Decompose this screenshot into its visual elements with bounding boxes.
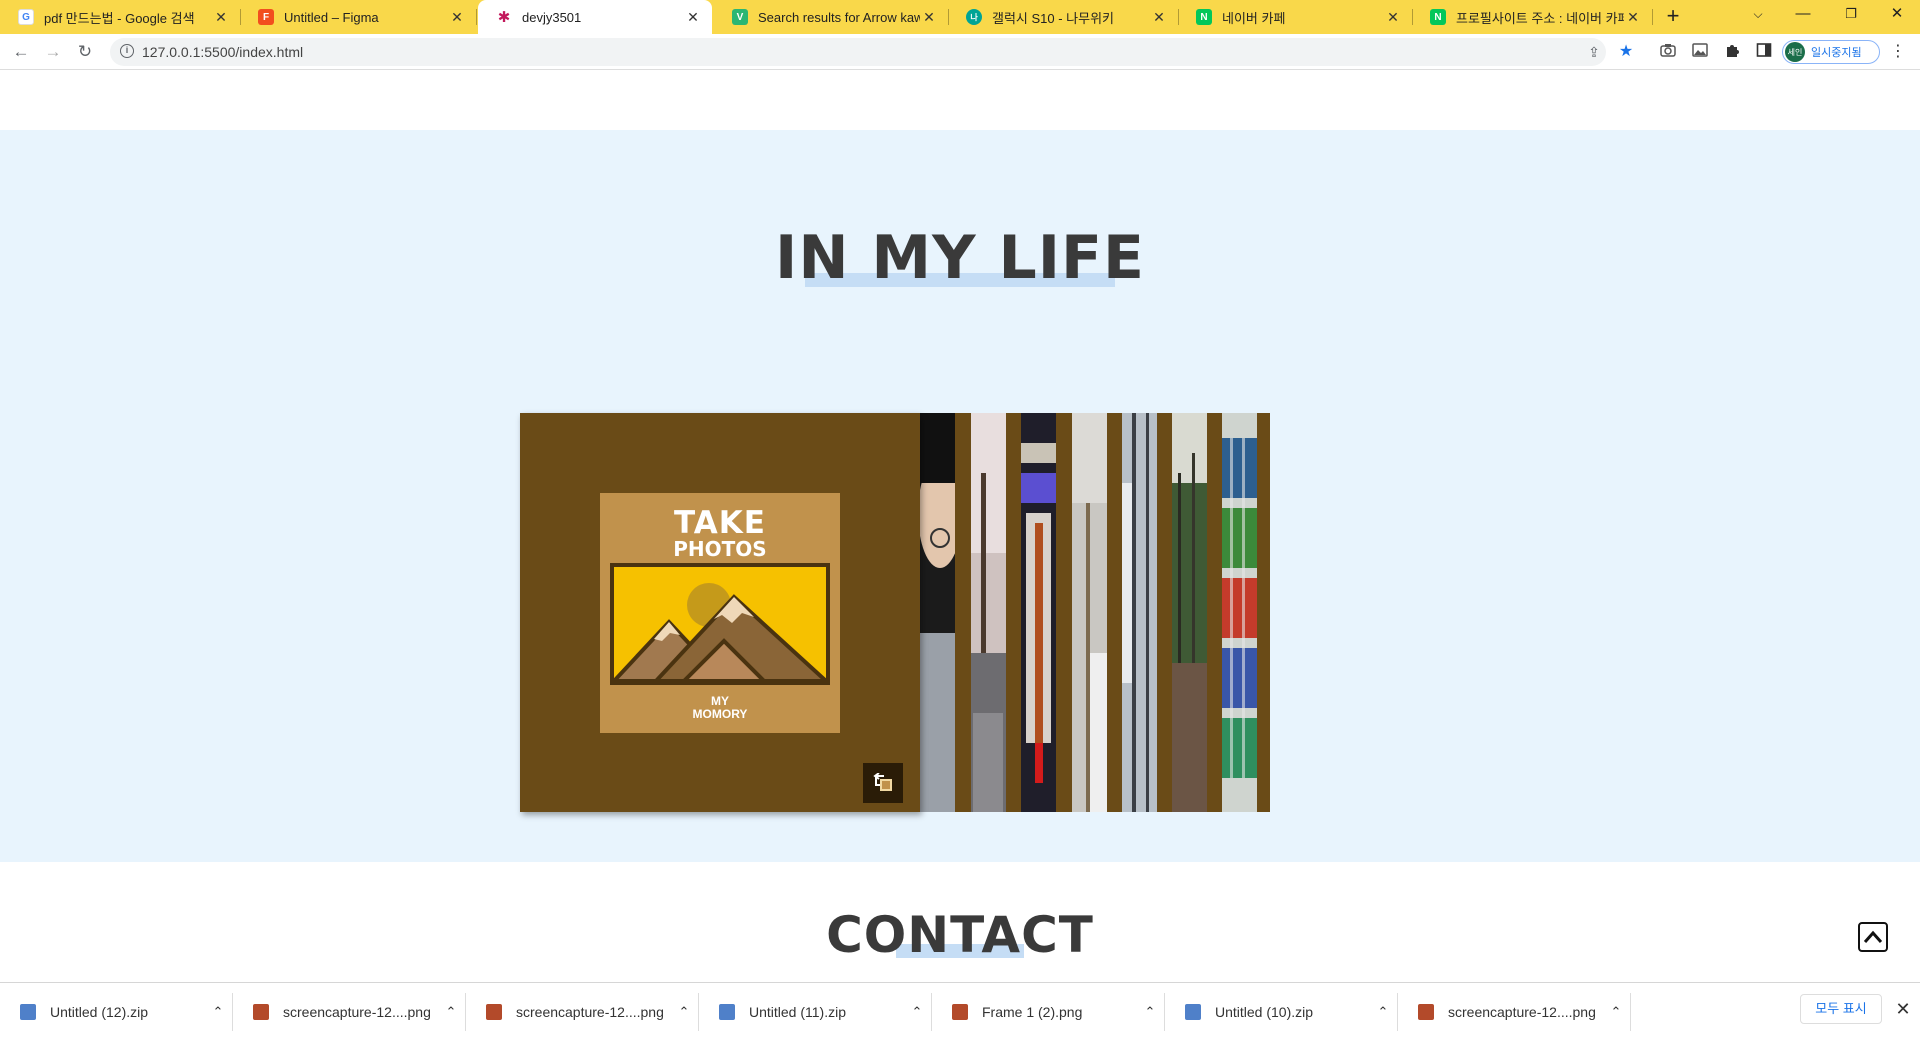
side-panel-icon[interactable] bbox=[1754, 42, 1774, 62]
tab-title: 네이버 카페 bbox=[1222, 10, 1286, 26]
figma-icon: F bbox=[258, 9, 274, 25]
close-icon[interactable]: ✕ bbox=[684, 9, 702, 26]
close-icon[interactable]: ✕ bbox=[448, 9, 466, 26]
image-file-icon bbox=[952, 1004, 968, 1020]
photo-strip-blossom-path[interactable] bbox=[971, 413, 1006, 812]
avatar: 세인 bbox=[1785, 42, 1805, 62]
photo-strip-forest[interactable] bbox=[1172, 413, 1207, 812]
tab-title: Untitled – Figma bbox=[284, 9, 379, 25]
image-icon[interactable] bbox=[1690, 42, 1710, 62]
tab-naver-cafe-profile[interactable]: N 프로필사이트 주소 : 네이버 카페 ✕ bbox=[1412, 0, 1653, 34]
gallery-back-button[interactable] bbox=[863, 763, 903, 803]
chevron-up-icon[interactable]: ⌃ bbox=[203, 1004, 233, 1020]
tab-namuwiki[interactable]: 나 갤럭시 S10 - 나무위키 ✕ bbox=[948, 0, 1179, 34]
download-item[interactable]: screencapture-12....png ⌃ bbox=[1398, 983, 1631, 1041]
photo-strip-corridor[interactable] bbox=[1021, 413, 1056, 812]
close-icon[interactable]: ✕ bbox=[1624, 9, 1642, 26]
chevron-up-icon[interactable]: ⌃ bbox=[1135, 1004, 1165, 1020]
download-item[interactable]: Frame 1 (2).png ⌃ bbox=[932, 983, 1165, 1041]
photo-gallery: TAKE PHOTOS MY MOMORY bbox=[520, 413, 1270, 812]
mountain-illustration-icon bbox=[610, 563, 830, 685]
tab-title: Search results for Arrow kawaii bbox=[758, 9, 920, 25]
take-photos-poster: TAKE PHOTOS MY MOMORY bbox=[600, 493, 840, 733]
close-icon[interactable]: ✕ bbox=[920, 9, 938, 26]
site-info-icon[interactable]: i bbox=[120, 44, 134, 58]
window-close-icon[interactable]: ✕ bbox=[1874, 0, 1920, 30]
poster-title: TAKE bbox=[674, 505, 766, 541]
image-file-icon bbox=[253, 1004, 269, 1020]
close-icon[interactable]: ✕ bbox=[1384, 9, 1402, 26]
profile-button[interactable]: 세인 일시중지됨 bbox=[1782, 40, 1880, 64]
download-item[interactable]: screencapture-12....png ⌃ bbox=[466, 983, 699, 1041]
chevron-up-icon[interactable]: ⌃ bbox=[1601, 1004, 1631, 1020]
tab-google-search[interactable]: G pdf 만드는법 - Google 검색 ✕ bbox=[0, 0, 241, 34]
section-heading-contact: CONTACT bbox=[826, 906, 1094, 964]
photo-strip-bookshelf[interactable] bbox=[1222, 413, 1257, 812]
tab-devjy3501[interactable]: ✱ devjy3501 ✕ bbox=[478, 0, 712, 34]
restore-icon[interactable]: ❐ bbox=[1828, 0, 1874, 30]
poster-caption: MY MOMORY bbox=[692, 694, 748, 721]
close-icon[interactable]: ✕ bbox=[212, 9, 230, 26]
download-shelf: Untitled (12).zip ⌃ screencapture-12....… bbox=[0, 982, 1920, 1040]
tab-title: pdf 만드는법 - Google 검색 bbox=[44, 10, 195, 26]
page-viewport: IN MY LIFE TAKE PHOTOS MY MOMORY CONTACT bbox=[0, 71, 1920, 982]
chevron-up-icon[interactable]: ⌃ bbox=[669, 1004, 699, 1020]
photo-strip-window[interactable] bbox=[1122, 413, 1157, 812]
zip-file-icon bbox=[20, 1004, 36, 1020]
minimize-icon[interactable]: — bbox=[1780, 0, 1826, 30]
tab-vectorstock[interactable]: V Search results for Arrow kawaii ✕ bbox=[714, 0, 949, 34]
url-text: 127.0.0.1:5500/index.html bbox=[142, 44, 304, 60]
reload-icon[interactable]: ↻ bbox=[73, 40, 97, 64]
tab-figma[interactable]: F Untitled – Figma ✕ bbox=[240, 0, 477, 34]
tab-search-icon[interactable]: ⌵ bbox=[1735, 0, 1781, 30]
zip-file-icon bbox=[1185, 1004, 1201, 1020]
chevron-up-icon[interactable]: ⌃ bbox=[436, 1004, 466, 1020]
poster-subtitle: PHOTOS bbox=[673, 537, 767, 561]
zip-file-icon bbox=[719, 1004, 735, 1020]
close-icon[interactable]: ✕ bbox=[1893, 999, 1913, 1019]
image-file-icon bbox=[486, 1004, 502, 1020]
namuwiki-icon: 나 bbox=[966, 9, 982, 25]
camera-icon[interactable] bbox=[1658, 42, 1678, 62]
share-icon[interactable]: ⇪ bbox=[1584, 42, 1604, 62]
download-item[interactable]: screencapture-12....png ⌃ bbox=[233, 983, 466, 1041]
profile-status-label: 일시중지됨 bbox=[1811, 47, 1862, 59]
back-arrow-icon[interactable]: ← bbox=[9, 40, 33, 64]
close-icon[interactable]: ✕ bbox=[1150, 9, 1168, 26]
download-item[interactable]: Untitled (10).zip ⌃ bbox=[1165, 983, 1398, 1041]
vectorstock-icon: V bbox=[732, 9, 748, 25]
chevron-up-icon[interactable]: ⌃ bbox=[902, 1004, 932, 1020]
image-file-icon bbox=[1418, 1004, 1434, 1020]
google-icon: G bbox=[18, 9, 34, 25]
download-item[interactable]: Untitled (11).zip ⌃ bbox=[699, 983, 932, 1041]
in-my-life-section: IN MY LIFE TAKE PHOTOS MY MOMORY bbox=[0, 130, 1920, 862]
download-item[interactable]: Untitled (12).zip ⌃ bbox=[0, 983, 233, 1041]
tab-title: 갤럭시 S10 - 나무위키 bbox=[992, 10, 1115, 26]
tab-title: devjy3501 bbox=[522, 9, 582, 25]
photo-strip-wall[interactable] bbox=[1072, 413, 1107, 812]
show-all-downloads-button[interactable]: 모두 표시 bbox=[1800, 994, 1882, 1024]
naver-cafe-icon: N bbox=[1196, 9, 1212, 25]
bookmark-star-icon[interactable]: ★ bbox=[1616, 42, 1636, 62]
extensions-puzzle-icon[interactable] bbox=[1722, 42, 1742, 62]
photo-strip-portrait[interactable] bbox=[920, 413, 955, 812]
forward-arrow-icon[interactable]: → bbox=[41, 40, 65, 64]
gallery-cover-card[interactable]: TAKE PHOTOS MY MOMORY bbox=[520, 413, 920, 812]
tab-naver-cafe[interactable]: N 네이버 카페 ✕ bbox=[1178, 0, 1413, 34]
kebab-menu-icon[interactable]: ⋮ bbox=[1888, 42, 1908, 62]
address-bar[interactable]: i 127.0.0.1:5500/index.html ⇪ ★ bbox=[110, 38, 1633, 66]
naver-cafe-icon: N bbox=[1430, 9, 1446, 25]
tab-strip: G pdf 만드는법 - Google 검색 ✕ F Untitled – Fi… bbox=[0, 0, 1920, 34]
chevron-up-icon[interactable]: ⌃ bbox=[1368, 1004, 1398, 1020]
asterisk-icon: ✱ bbox=[497, 9, 511, 26]
tab-title: 프로필사이트 주소 : 네이버 카페 bbox=[1456, 10, 1624, 26]
new-tab-button[interactable]: + bbox=[1660, 4, 1686, 30]
browser-toolbar: ← → ↻ i 127.0.0.1:5500/index.html ⇪ ★ 세인… bbox=[0, 34, 1920, 70]
back-return-icon bbox=[873, 773, 892, 791]
section-heading-in-my-life: IN MY LIFE bbox=[775, 223, 1145, 293]
